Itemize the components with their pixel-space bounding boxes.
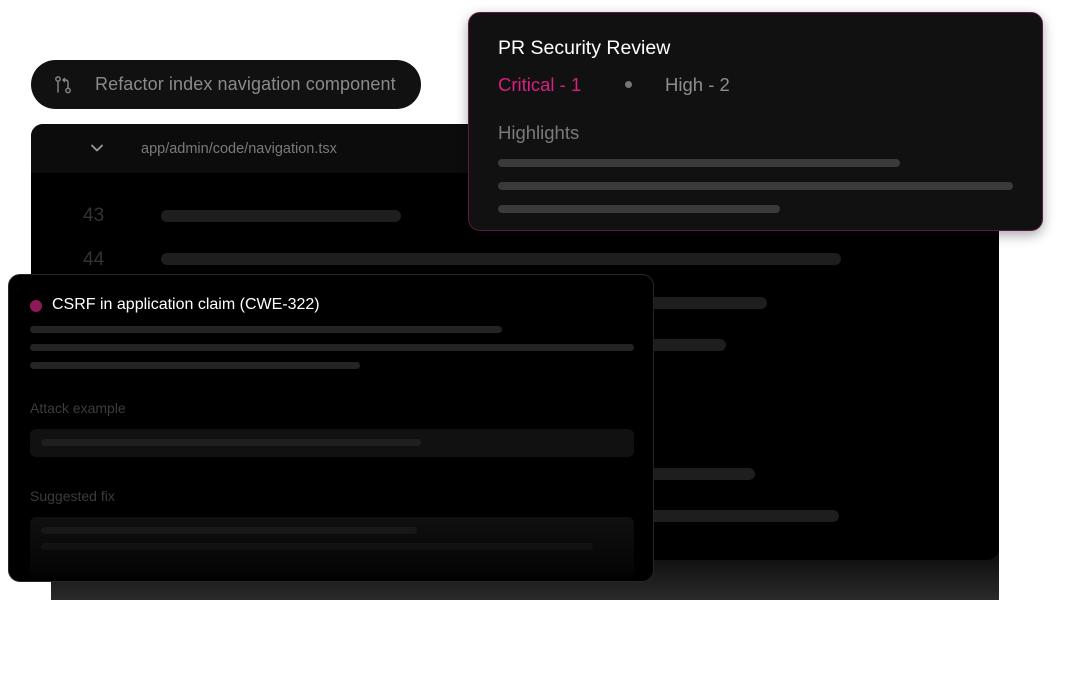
highlights-heading: Highlights [498, 122, 580, 143]
line-number: 44 [83, 249, 105, 270]
card-fade [9, 511, 653, 581]
attack-example-box [30, 429, 634, 457]
review-title: PR Security Review [498, 37, 671, 59]
vulnerability-title: CSRF in application claim (CWE-322) [52, 296, 320, 313]
line-number: 43 [83, 205, 105, 226]
git-pull-request-icon [53, 75, 73, 95]
severity-indicator [30, 300, 42, 312]
file-path: app/admin/code/navigation.tsx [141, 141, 337, 157]
pull-request-pill[interactable]: Refactor index navigation component [31, 60, 421, 109]
attack-example-label: Attack example [30, 400, 126, 416]
description-placeholder [30, 344, 634, 351]
suggested-fix-label: Suggested fix [30, 488, 115, 504]
code-line-placeholder [161, 253, 841, 265]
critical-count[interactable]: Critical - 1 [498, 74, 581, 96]
attack-code-placeholder [41, 439, 421, 446]
code-line-placeholder [631, 510, 839, 522]
highlight-placeholder [498, 205, 780, 213]
description-placeholder [30, 326, 502, 333]
vulnerability-card: CSRF in application claim (CWE-322) Atta… [8, 274, 654, 582]
high-count[interactable]: High - 2 [665, 74, 730, 96]
highlight-placeholder [498, 159, 900, 167]
highlight-placeholder [498, 182, 1013, 190]
security-review-card: PR Security Review Critical - 1 High - 2… [468, 12, 1043, 231]
separator-dot [625, 81, 632, 88]
code-line-placeholder [161, 210, 401, 222]
description-placeholder [30, 362, 360, 369]
chevron-down-icon[interactable] [89, 140, 105, 156]
canvas: app/admin/code/navigation.tsx 43 44 Refa… [0, 0, 1080, 675]
pull-request-title: Refactor index navigation component [95, 74, 396, 94]
